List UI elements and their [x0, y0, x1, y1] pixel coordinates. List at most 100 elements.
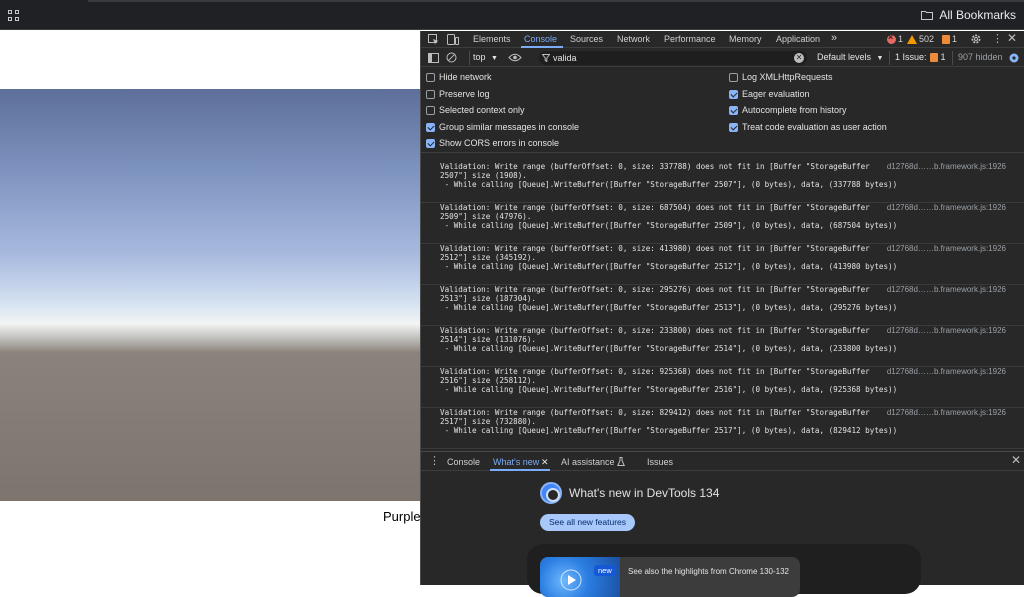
- drawer-menu-icon[interactable]: ⋮: [429, 456, 440, 467]
- more-options-icon[interactable]: ⋮: [992, 34, 1003, 45]
- clear-filter-icon[interactable]: ✕: [794, 53, 804, 63]
- issues-button[interactable]: 1 Issue: 1: [895, 52, 946, 62]
- console-message[interactable]: Validation: Write range (bufferOffset: 0…: [421, 285, 1024, 326]
- message-source-link[interactable]: d12768d……b.framework.js:1926: [887, 244, 1006, 253]
- message-source-link[interactable]: d12768d……b.framework.js:1926: [887, 408, 1006, 417]
- new-badge: new: [594, 565, 616, 576]
- log-levels-dropdown[interactable]: Default levels ▼: [817, 52, 883, 62]
- checkbox[interactable]: [426, 89, 435, 99]
- console-message[interactable]: Validation: Write range (bufferOffset: 0…: [421, 203, 1024, 244]
- console-message[interactable]: Validation: Write range (bufferOffset: 0…: [421, 408, 1024, 449]
- console-messages[interactable]: Validation: Write range (bufferOffset: 0…: [421, 154, 1024, 450]
- tab-performance[interactable]: Performance: [664, 34, 716, 44]
- checkbox-label: Selected context only: [439, 105, 525, 115]
- message-text: Validation: Write range (bufferOffset: 0…: [440, 326, 870, 335]
- message-source-link[interactable]: d12768d……b.framework.js:1926: [887, 285, 1006, 294]
- drawer-tab-ai-assistance[interactable]: AI assistance: [561, 457, 615, 467]
- message-source-link[interactable]: d12768d……b.framework.js:1926: [887, 203, 1006, 212]
- checkbox[interactable]: [729, 72, 738, 82]
- filter-icon: [542, 54, 550, 62]
- video-thumbnail: [540, 557, 620, 597]
- see-all-features-button[interactable]: See all new features: [540, 514, 636, 531]
- log-xmlhttprequests-checkbox[interactable]: Log XMLHttpRequests: [729, 72, 833, 82]
- toolbar-divider: [952, 51, 953, 65]
- toolbar-divider: [469, 51, 470, 65]
- close-devtools-icon[interactable]: ✕: [1007, 32, 1017, 44]
- console-message[interactable]: Validation: Write range (bufferOffset: 0…: [421, 162, 1024, 203]
- show-cors-errors-checkbox[interactable]: Show CORS errors in console: [426, 138, 559, 148]
- folder-icon: [921, 11, 934, 20]
- filter-input[interactable]: [553, 52, 783, 64]
- message-source-link[interactable]: d12768d……b.framework.js:1926: [887, 326, 1006, 335]
- hide-network-checkbox[interactable]: Hide network: [426, 72, 492, 82]
- tab-elements[interactable]: Elements: [473, 34, 511, 44]
- checkbox[interactable]: [426, 122, 435, 132]
- checkbox[interactable]: [426, 72, 435, 82]
- filter-box[interactable]: [539, 51, 807, 65]
- tab-console[interactable]: Console: [524, 34, 557, 44]
- console-settings-gear-icon[interactable]: [1008, 52, 1020, 64]
- tab-network[interactable]: Network: [617, 34, 650, 44]
- drawer-tab-issues[interactable]: Issues: [647, 457, 673, 467]
- error-count: 1: [898, 34, 904, 44]
- tab-memory[interactable]: Memory: [729, 34, 762, 44]
- message-text: Validation: Write range (bufferOffset: 0…: [440, 408, 870, 417]
- devtools-panel: Elements Console Sources Network Perform…: [420, 31, 1024, 597]
- message-text: Validation: Write range (bufferOffset: 0…: [440, 367, 870, 376]
- clear-console-icon[interactable]: [446, 52, 457, 63]
- page-viewport[interactable]: Purple: [0, 31, 420, 585]
- preserve-log-checkbox[interactable]: Preserve log: [426, 89, 490, 99]
- selected-context-only-checkbox[interactable]: Selected context only: [426, 105, 525, 115]
- message-text: 2514"] size (131076).: [440, 335, 537, 344]
- chevron-down-icon: ▼: [491, 55, 498, 62]
- issues-count: 1: [940, 52, 946, 62]
- tab-application[interactable]: Application: [776, 34, 820, 44]
- checkbox[interactable]: [729, 122, 738, 132]
- message-source-link[interactable]: d12768d……b.framework.js:1926: [887, 367, 1006, 376]
- chrome-devtools-logo-icon: [540, 482, 562, 504]
- console-message[interactable]: Validation: Write range (bufferOffset: 0…: [421, 367, 1024, 408]
- error-count-badge[interactable]: 1: [887, 32, 904, 44]
- whats-new-title: What's new in DevTools 134: [569, 486, 720, 500]
- drawer-tab-console[interactable]: Console: [447, 457, 480, 467]
- group-similar-checkbox[interactable]: Group similar messages in console: [426, 122, 579, 132]
- console-message[interactable]: Validation: Write range (bufferOffset: 0…: [421, 326, 1024, 367]
- checkbox-label: Autocomplete from history: [742, 105, 847, 115]
- checkbox[interactable]: [729, 105, 738, 115]
- close-drawer-icon[interactable]: ✕: [1011, 454, 1021, 466]
- active-drawer-tab-indicator: [490, 469, 550, 471]
- message-text: 2509"] size (47976).: [440, 212, 532, 221]
- issue-icon: [929, 52, 938, 62]
- highlights-link[interactable]: new See also the highlights from Chrome …: [540, 557, 800, 597]
- eye-icon[interactable]: [508, 53, 522, 62]
- more-tabs-icon[interactable]: »: [831, 32, 837, 44]
- message-text: - While calling [Queue].WriteBuffer([Buf…: [440, 385, 898, 394]
- treat-code-eval-checkbox[interactable]: Treat code evaluation as user action: [729, 122, 887, 132]
- page-label: Purple: [383, 509, 420, 524]
- message-source-link[interactable]: d12768d……b.framework.js:1926: [887, 162, 1006, 171]
- gear-icon[interactable]: [970, 33, 982, 45]
- checkbox[interactable]: [426, 138, 435, 148]
- context-selector[interactable]: top ▼: [473, 52, 498, 62]
- close-tab-icon[interactable]: ✕: [541, 457, 549, 468]
- inspect-element-icon[interactable]: [428, 34, 439, 45]
- checkbox[interactable]: [729, 89, 738, 99]
- device-toolbar-icon[interactable]: [447, 34, 459, 45]
- autocomplete-history-checkbox[interactable]: Autocomplete from history: [729, 105, 847, 115]
- issue-count-badge[interactable]: 1: [942, 34, 957, 44]
- checkbox[interactable]: [426, 105, 435, 115]
- bookmarks-bar: All Bookmarks: [0, 0, 1024, 30]
- warning-count-badge[interactable]: 502: [907, 34, 934, 44]
- drawer-tab-whats-new[interactable]: What's new: [493, 457, 539, 467]
- checkbox-label: Treat code evaluation as user action: [742, 122, 887, 132]
- eager-evaluation-checkbox[interactable]: Eager evaluation: [729, 89, 810, 99]
- issue-icon: [942, 34, 950, 44]
- webgl-canvas[interactable]: [0, 89, 420, 501]
- console-toolbar: top ▼ ✕ Default levels ▼ 1 Issue: 1 907 …: [421, 49, 1024, 67]
- checkbox-label: Eager evaluation: [742, 89, 810, 99]
- sidebar-toggle-icon[interactable]: [428, 53, 439, 63]
- all-bookmarks-button[interactable]: All Bookmarks: [921, 7, 1016, 23]
- apps-grid-icon[interactable]: [8, 10, 20, 22]
- tab-sources[interactable]: Sources: [570, 34, 603, 44]
- console-message[interactable]: Validation: Write range (bufferOffset: 0…: [421, 244, 1024, 285]
